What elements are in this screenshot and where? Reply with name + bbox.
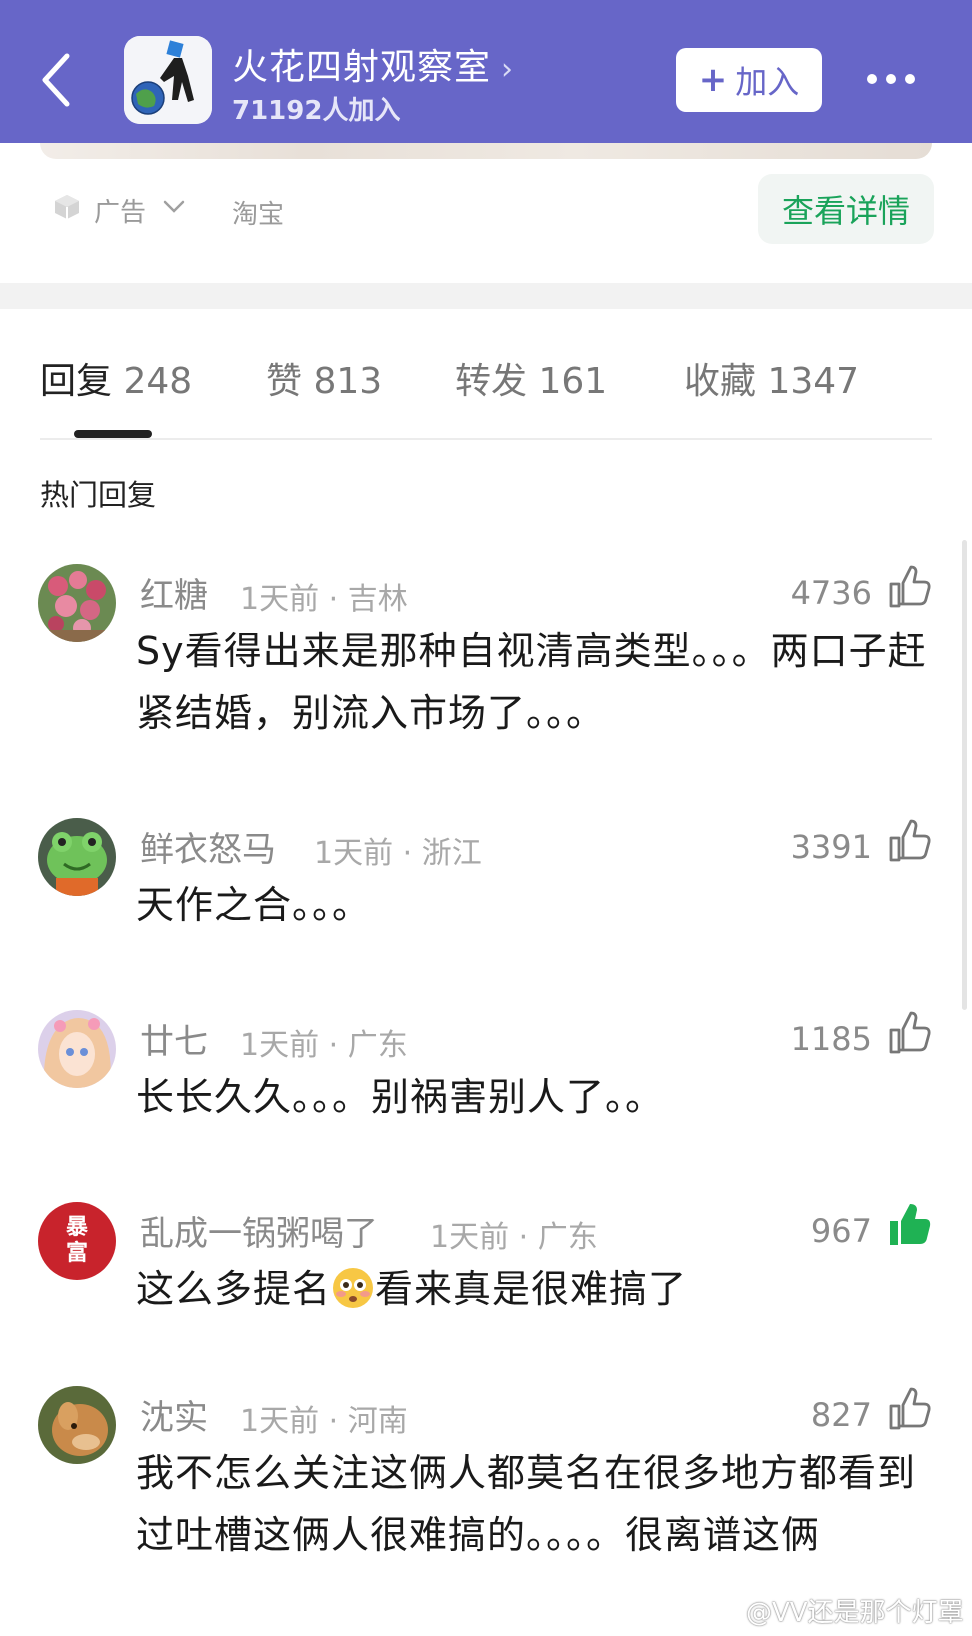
group-header: 火花四射观察室 › 71192人加入 + 加入: [0, 0, 972, 143]
comment-time: 1天前: [430, 1220, 510, 1255]
tab-label: 转发: [455, 361, 528, 402]
watermark: @VV还是那个灯罩: [712, 1592, 964, 1629]
tab-label: 收藏: [684, 361, 757, 402]
comment-location: 广东: [537, 1220, 598, 1255]
scrollbar[interactable]: [962, 540, 967, 1010]
dot: [905, 74, 915, 84]
like-count: 1185: [790, 1020, 872, 1058]
comment-location: 浙江: [421, 836, 482, 871]
ad-cube-icon: [55, 195, 79, 219]
tab-count: 1347: [767, 361, 860, 402]
thumbs-up-filled-icon[interactable]: [886, 1202, 932, 1248]
comment-text-part: 这么多提名: [136, 1267, 332, 1311]
chevron-down-icon[interactable]: [160, 194, 188, 218]
comment-text: 这么多提名 看来真是很难搞了: [136, 1258, 936, 1320]
tab-replies[interactable]: 回复 248: [40, 352, 192, 404]
hot-replies-title: 热门回复: [40, 478, 157, 512]
comment-location: 广东: [347, 1028, 408, 1063]
comment-meta: 1天前 · 广东: [430, 1220, 598, 1255]
dot: [867, 74, 877, 84]
avatar[interactable]: [38, 818, 116, 896]
ad-source: 淘宝: [232, 200, 285, 230]
comment-time: 1天前: [240, 1028, 320, 1063]
ad-row: 广告 淘宝 查看详情: [0, 172, 972, 252]
comment-time: 1天前: [314, 836, 394, 871]
ad-label: 广告: [94, 198, 147, 228]
comment-time: 1天前: [240, 1404, 320, 1439]
comment-text: 我不怎么关注这俩人都莫名在很多地方都看到过吐槽这俩人很难搞的。。。。很离谱这俩: [136, 1451, 917, 1557]
chevron-right-icon: ›: [501, 52, 515, 87]
join-button[interactable]: + 加入: [676, 48, 822, 112]
comment-username[interactable]: 鲜衣怒马: [140, 822, 276, 871]
like-count: 4736: [790, 574, 872, 612]
chevron-left-icon: [42, 53, 70, 107]
dot: [886, 74, 896, 84]
thumbs-up-icon[interactable]: [886, 818, 932, 864]
like-count: 827: [810, 1396, 872, 1434]
join-label: 加入: [735, 63, 800, 101]
tab-reposts[interactable]: 转发 161: [455, 352, 607, 404]
active-tab-indicator: [74, 430, 152, 438]
comment-text: Sy看得出来是那种自视清高类型。。。两口子赶紧结婚，别流入市场了。。。: [136, 629, 927, 735]
tab-bar: 回复 248 赞 813 转发 161 收藏 1347: [0, 352, 972, 412]
tab-count: 248: [123, 361, 193, 402]
avatar[interactable]: [38, 1386, 116, 1464]
tab-likes[interactable]: 赞 813: [266, 352, 382, 404]
tabs-divider: [40, 438, 932, 440]
comment-username[interactable]: 红糖: [140, 568, 208, 617]
weibo-logo-icon: [713, 1600, 740, 1623]
plus-icon: +: [698, 60, 728, 100]
comment-text-part: 看来真是很难搞了: [375, 1267, 688, 1311]
comment-meta: 1天前 · 广东: [240, 1028, 408, 1063]
group-avatar[interactable]: [124, 36, 212, 124]
like-count: 3391: [790, 828, 872, 866]
tab-label: 回复: [40, 361, 113, 402]
comment-meta: 1天前 · 吉林: [240, 582, 408, 617]
avatar[interactable]: [38, 1010, 116, 1088]
tab-count: 161: [538, 361, 608, 402]
comment-meta: 1天前 · 河南: [240, 1404, 408, 1439]
comment-time: 1天前: [240, 582, 320, 617]
ad-image[interactable]: [40, 143, 932, 159]
tab-favorites[interactable]: 收藏 1347: [684, 352, 859, 404]
avatar-text: 暴富: [65, 1215, 88, 1266]
tab-count: 813: [313, 361, 383, 402]
comment-location: 河南: [347, 1404, 408, 1439]
thumbs-up-icon[interactable]: [886, 1386, 932, 1432]
thumbs-up-icon[interactable]: [886, 1010, 932, 1056]
view-details-button[interactable]: 查看详情: [758, 174, 934, 244]
more-options-button[interactable]: [856, 54, 926, 104]
comment-username[interactable]: 廿七: [140, 1014, 208, 1063]
comment-text: 长长久久。。。别祸害别人了。。: [136, 1075, 665, 1119]
comment-meta: 1天前 · 浙江: [314, 836, 482, 871]
comment-location: 吉林: [347, 582, 408, 617]
back-button[interactable]: [28, 44, 84, 116]
tab-label: 赞: [266, 361, 303, 402]
avatar[interactable]: 暴富: [38, 1202, 116, 1280]
watermark-text: @VV还是那个灯罩: [746, 1598, 964, 1628]
group-name[interactable]: 火花四射观察室 ›: [232, 38, 514, 90]
avatar[interactable]: [38, 564, 116, 642]
like-count: 967: [810, 1212, 872, 1250]
thumbs-up-icon[interactable]: [886, 564, 932, 610]
flushed-face-icon: [333, 1268, 374, 1308]
comment-text: 天作之合。。。: [136, 883, 372, 927]
section-divider: [0, 283, 972, 309]
group-avatar-image: [124, 36, 212, 124]
comment-username[interactable]: 乱成一锅粥喝了: [140, 1206, 378, 1255]
comment-username[interactable]: 沈实: [140, 1390, 208, 1439]
member-count: 71192人加入: [232, 96, 401, 126]
